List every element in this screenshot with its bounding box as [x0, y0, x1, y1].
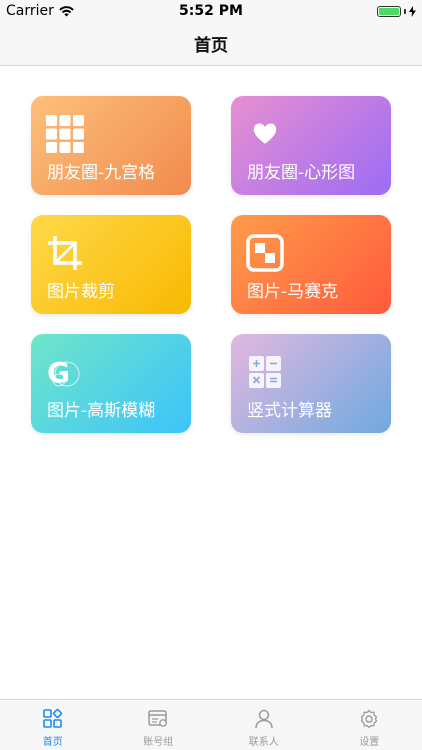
tile-mosaic[interactable]: 图片-马赛克 [231, 215, 391, 314]
tile-gaussian-blur[interactable]: G 图片-高斯模糊 [31, 334, 191, 433]
tile-label: 图片裁剪 [47, 282, 115, 302]
tab-settings[interactable]: 设置 [317, 700, 422, 750]
heart-icon [253, 123, 277, 144]
battery-icon [377, 5, 401, 17]
charging-bolt-icon [409, 5, 416, 17]
mosaic-icon [246, 234, 284, 272]
tab-label: 账号组 [143, 737, 174, 748]
tile-label: 竖式计算器 [247, 401, 332, 421]
tab-label: 首页 [42, 737, 63, 748]
tile-nine-grid[interactable]: 朋友圈-九宫格 [31, 96, 191, 195]
tab-contacts[interactable]: 联系人 [211, 700, 317, 750]
calculator-icon [249, 356, 281, 388]
status-right [377, 5, 416, 17]
tile-label: 朋友圈-九宫格 [47, 163, 156, 183]
tile-calculator[interactable]: 竖式计算器 [231, 334, 391, 433]
tab-bar: 首页 账号组 联系人 设置 [0, 699, 422, 750]
account-group-icon [148, 710, 168, 727]
status-bar: Carrier 5:52 PM [0, 0, 422, 22]
tab-label: 联系人 [248, 737, 279, 748]
gaussian-blur-icon: G [47, 356, 80, 389]
svg-text:G: G [47, 356, 70, 389]
tile-heart[interactable]: 朋友圈-心形图 [231, 96, 391, 195]
tab-home[interactable]: 首页 [0, 700, 106, 750]
battery-cap [404, 8, 406, 14]
contact-person-icon [255, 709, 273, 729]
home-grid-icon [42, 708, 62, 728]
carrier-label: Carrier [6, 3, 54, 19]
tile-crop[interactable]: 图片裁剪 [31, 215, 191, 314]
tab-account-group[interactable]: 账号组 [106, 700, 212, 750]
navigation-bar: 首页 [0, 22, 422, 66]
tile-label: 图片-高斯模糊 [47, 401, 156, 421]
tile-label: 朋友圈-心形图 [247, 163, 356, 183]
grid-nine-icon [46, 115, 84, 153]
settings-gear-icon [361, 709, 378, 729]
tile-label: 图片-马赛克 [247, 282, 339, 302]
status-left: Carrier [6, 3, 74, 19]
tab-label: 设置 [359, 737, 380, 748]
crop-icon [48, 236, 82, 270]
page-title: 首页 [194, 36, 228, 56]
wifi-icon [59, 5, 74, 16]
